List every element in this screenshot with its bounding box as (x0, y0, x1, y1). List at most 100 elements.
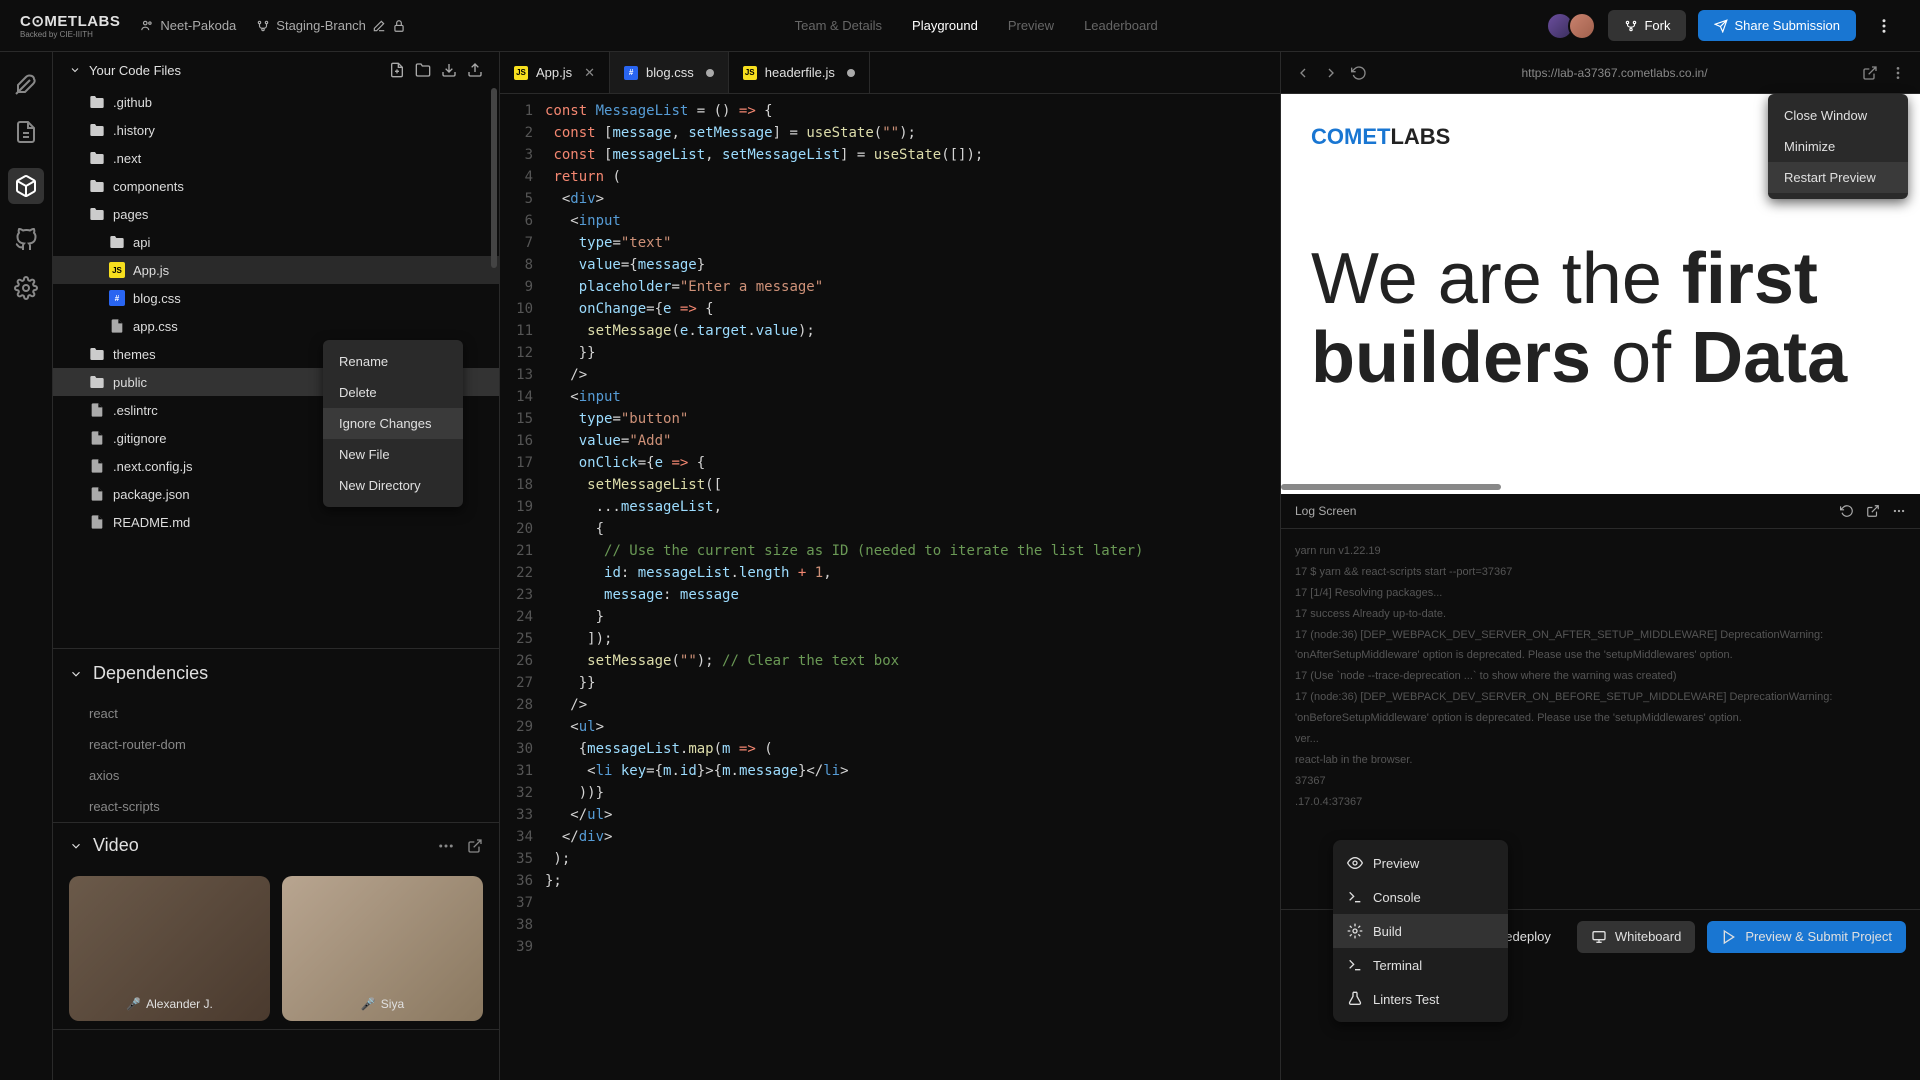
mic-muted-icon: 🎤 (126, 997, 141, 1011)
code-files-title: Your Code Files (89, 63, 181, 78)
feather-icon[interactable] (14, 72, 38, 96)
team-name-label: Neet-Pakoda (160, 18, 236, 33)
logo[interactable]: C⊙METLABS Backed by CIE-IIITH (20, 12, 120, 39)
editor-tab[interactable]: #blog.css (610, 52, 729, 93)
preview-scrollbar[interactable] (1281, 484, 1501, 490)
video-participant-name: Alexander J. (146, 997, 213, 1011)
team-name[interactable]: Neet-Pakoda (140, 18, 236, 33)
editor-tab[interactable]: JSApp.js✕ (500, 52, 610, 93)
settings-icon[interactable] (14, 276, 38, 300)
forward-icon[interactable] (1323, 65, 1339, 81)
scrollbar[interactable] (491, 88, 497, 648)
nav-playground[interactable]: Playground (912, 18, 978, 33)
share-label: Share Submission (1734, 18, 1840, 33)
file-tree-item[interactable]: components (53, 172, 499, 200)
modified-dot-icon (706, 69, 714, 77)
context-menu-item[interactable]: Delete (323, 377, 463, 408)
code-editor[interactable]: 1234567891011121314151617181920212223242… (500, 94, 1280, 1080)
users-icon (140, 19, 154, 33)
popout-icon[interactable] (1862, 65, 1878, 81)
tool-item[interactable]: Terminal (1333, 948, 1508, 982)
editor-tab[interactable]: JSheaderfile.js (729, 52, 870, 93)
avatar[interactable] (1568, 12, 1596, 40)
preview-url[interactable]: https://lab-a37367.cometlabs.co.in/ (1379, 66, 1850, 80)
fork-button[interactable]: Fork (1608, 10, 1686, 41)
file-tree-item[interactable]: JSApp.js (53, 256, 499, 284)
document-icon[interactable] (14, 120, 38, 144)
more-horizontal-icon[interactable] (1892, 504, 1906, 518)
download-icon[interactable] (441, 62, 457, 78)
video-tile[interactable]: 🎤 Alexander J. (69, 876, 270, 1021)
editor: JSApp.js✕#blog.cssJSheaderfile.js 123456… (500, 52, 1280, 1080)
file-tree-item[interactable]: .github (53, 88, 499, 116)
branch-label: Staging-Branch (276, 18, 366, 33)
collaborator-avatars[interactable] (1546, 12, 1596, 40)
dependency-item[interactable]: react (53, 698, 499, 729)
branch-name[interactable]: Staging-Branch (256, 18, 406, 33)
dependencies-header[interactable]: Dependencies (53, 649, 499, 698)
file-tree-item[interactable]: #blog.css (53, 284, 499, 312)
main-nav: Team & Details Playground Preview Leader… (795, 18, 1158, 33)
new-file-icon[interactable] (389, 62, 405, 78)
upload-icon[interactable] (467, 62, 483, 78)
sidebar: Your Code Files .github.history.nextcomp… (53, 52, 500, 1080)
context-menu-item[interactable]: New Directory (323, 470, 463, 501)
back-icon[interactable] (1295, 65, 1311, 81)
nav-preview[interactable]: Preview (1008, 18, 1054, 33)
dependency-item[interactable]: react-router-dom (53, 729, 499, 760)
whiteboard-icon (1591, 929, 1607, 945)
tool-item[interactable]: Console (1333, 880, 1508, 914)
file-tree-item[interactable]: .history (53, 116, 499, 144)
mic-active-icon: 🎤 (361, 997, 376, 1011)
context-menu-item[interactable]: Rename (323, 346, 463, 377)
context-menu-item[interactable]: New File (323, 439, 463, 470)
logo-text: C⊙METLABS (20, 12, 120, 30)
more-menu-button[interactable] (1868, 10, 1900, 42)
preview-menu-item[interactable]: Close Window (1768, 100, 1908, 131)
file-tree-item[interactable]: README.md (53, 508, 499, 536)
file-tree-item[interactable]: .next (53, 144, 499, 172)
editor-tabs: JSApp.js✕#blog.cssJSheaderfile.js (500, 52, 1280, 94)
dependency-item[interactable]: react-scripts (53, 791, 499, 822)
reload-icon[interactable] (1840, 504, 1854, 518)
video-title: Video (93, 835, 139, 856)
chevron-down-icon (69, 64, 81, 76)
tool-item[interactable]: Preview (1333, 846, 1508, 880)
popout-icon[interactable] (467, 837, 483, 855)
fork-icon (1624, 19, 1638, 33)
more-vertical-icon[interactable] (1890, 65, 1906, 81)
tool-item[interactable]: Linters Test (1333, 982, 1508, 1016)
preview-menu-item[interactable]: Minimize (1768, 131, 1908, 162)
tool-item[interactable]: Build (1333, 914, 1508, 948)
code-files-header[interactable]: Your Code Files (53, 52, 499, 88)
dependency-item[interactable]: axios (53, 760, 499, 791)
file-tree-item[interactable]: api (53, 228, 499, 256)
video-tile[interactable]: 🎤 Siya (282, 876, 483, 1021)
file-tree-item[interactable]: app.css (53, 312, 499, 340)
send-icon (1714, 19, 1728, 33)
file-tree-item[interactable]: pages (53, 200, 499, 228)
nav-leaderboard[interactable]: Leaderboard (1084, 18, 1158, 33)
more-horizontal-icon[interactable] (437, 837, 455, 855)
lock-icon[interactable] (392, 19, 406, 33)
close-icon[interactable]: ✕ (584, 65, 595, 81)
nav-team-details[interactable]: Team & Details (795, 18, 882, 33)
preview-menu-item[interactable]: Restart Preview (1768, 162, 1908, 193)
dependencies-title: Dependencies (93, 663, 208, 684)
whiteboard-button[interactable]: Whiteboard (1577, 921, 1695, 953)
popout-icon[interactable] (1866, 504, 1880, 518)
github-icon[interactable] (14, 228, 38, 252)
video-participant-name: Siya (381, 997, 404, 1011)
new-folder-icon[interactable] (415, 62, 431, 78)
edit-icon[interactable] (372, 19, 386, 33)
preview-panel: https://lab-a37367.cometlabs.co.in/ Clos… (1280, 52, 1920, 1080)
video-header[interactable]: Video (69, 835, 139, 856)
box-icon[interactable] (8, 168, 44, 204)
chevron-down-icon (69, 667, 83, 681)
share-button[interactable]: Share Submission (1698, 10, 1856, 41)
logo-subtitle: Backed by CIE-IIITH (20, 30, 120, 39)
context-menu-item[interactable]: Ignore Changes (323, 408, 463, 439)
submit-button[interactable]: Preview & Submit Project (1707, 921, 1906, 953)
reload-icon[interactable] (1351, 65, 1367, 81)
tools-menu: PreviewConsoleBuildTerminalLinters Test (1333, 840, 1508, 1022)
